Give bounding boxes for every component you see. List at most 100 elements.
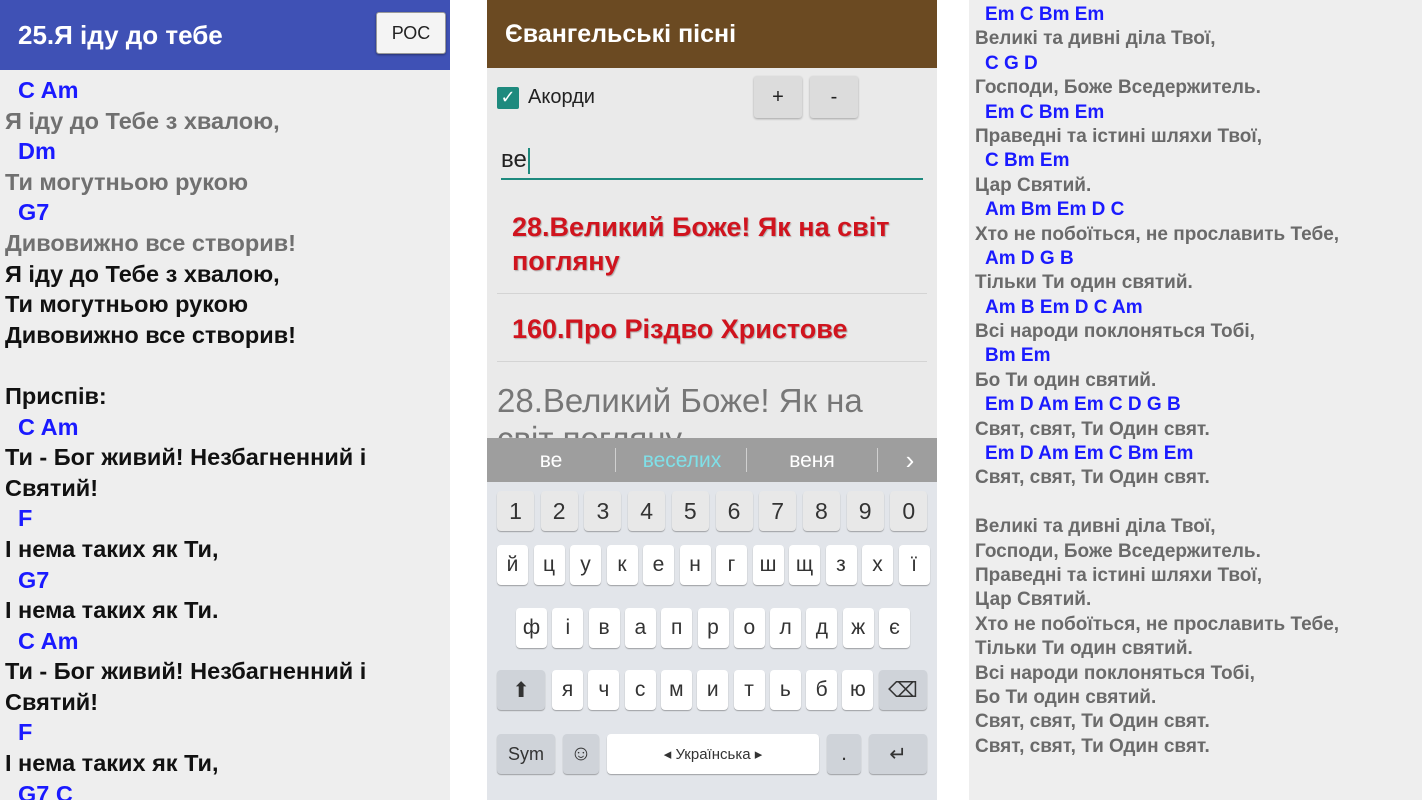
key-2[interactable]: 2 [540, 491, 578, 531]
key-letter[interactable]: б [806, 670, 838, 710]
key-8[interactable]: 8 [802, 491, 840, 531]
chords-checkbox-row[interactable]: ✓ Акорди [497, 86, 595, 109]
language-toggle-button[interactable]: РОС [376, 12, 446, 54]
key-letter[interactable]: я [552, 670, 583, 710]
key-3[interactable]: 3 [584, 491, 622, 531]
lyric-line: Великі та дивні діла Твої, [975, 28, 1216, 50]
lyric-line: І нема таких як Ти. [5, 597, 219, 624]
suggestion-item[interactable]: веня [752, 449, 872, 473]
key-letter[interactable]: х [862, 545, 893, 585]
on-screen-keyboard: ве веселих веня › 1234567890 йцукенгшщзхї… [487, 438, 937, 800]
key-9[interactable]: 9 [846, 491, 884, 531]
key-letter[interactable]: ч [588, 670, 620, 710]
search-input-value: ве [501, 146, 527, 173]
lyric-line: Свят, свят, Ти Один свят. [975, 418, 1210, 440]
key-letter[interactable]: ю [842, 670, 874, 710]
lyric-line: Свят, свят, Ти Один свят. [975, 735, 1210, 757]
lyric-line: Господи, Боже Вседержитель. [975, 77, 1261, 99]
search-result-item[interactable]: 28.Великий Боже! Як на світ погляну [497, 206, 927, 294]
emoji-key-icon[interactable]: ☺ [563, 734, 599, 774]
lyric-line: Хто не побоїться, не прославить Тебе, [975, 223, 1340, 245]
song-view-right: Em C Bm Em Великі та дивні діла Твої, C G … [969, 0, 1422, 800]
period-key[interactable]: . [827, 734, 861, 774]
suggestion-more-icon[interactable]: › [895, 445, 925, 476]
symbols-key[interactable]: Sym [497, 734, 555, 774]
key-letter[interactable]: і [552, 608, 584, 648]
key-letter[interactable]: р [697, 608, 729, 648]
space-key[interactable]: ◂ Українська ▸ [607, 734, 819, 774]
key-letter[interactable]: о [733, 608, 765, 648]
key-letter[interactable]: у [570, 545, 601, 585]
suggestion-item[interactable]: веселих [622, 449, 742, 473]
app-title: Євангельські пісні [505, 20, 737, 48]
lyric-line: Дивовижно все створив! [5, 229, 296, 256]
key-letter[interactable]: а [624, 608, 656, 648]
lyric-line: Дивовижно все створив! [5, 321, 296, 348]
chord-line: Em D Am Em C D G B [985, 394, 1181, 416]
suggestion-bar: ве веселих веня › [487, 438, 937, 482]
key-letter[interactable]: н [679, 545, 711, 585]
key-letter[interactable]: к [606, 545, 638, 585]
shift-key-icon[interactable]: ⬆ [497, 670, 545, 710]
lyric-line: Бо Ти один святий. [975, 369, 1157, 391]
chord-line: G7 [18, 199, 50, 226]
song-view-left: 25.Я іду до тебе РОС C Am Я іду до Тебе з… [0, 0, 450, 800]
key-letter[interactable]: м [660, 670, 692, 710]
font-decrease-button[interactable]: - [810, 76, 858, 118]
key-letter[interactable]: ц [533, 545, 565, 585]
search-view: Євангельські пісні ✓ Акорди + - ве 28.Ве… [487, 0, 937, 800]
lyric-line: Праведні та істині шляхи Твої, [975, 564, 1262, 586]
lyric-line: Ти могутньою рукою [5, 168, 249, 195]
key-letter[interactable]: л [770, 608, 802, 648]
lyric-line: Праведні та істині шляхи Твої, [975, 125, 1262, 147]
key-letter[interactable]: з [825, 545, 857, 585]
key-letter[interactable]: с [624, 670, 656, 710]
lyric-line: Ти - Бог живий! Незбагненний і [5, 444, 367, 471]
key-5[interactable]: 5 [671, 491, 709, 531]
key-0[interactable]: 0 [890, 491, 928, 531]
chord-line: C Am [18, 627, 79, 654]
app-bar: 25.Я іду до тебе РОС [0, 0, 450, 70]
key-letter[interactable]: г [716, 545, 747, 585]
chord-line: G7 C [18, 780, 73, 800]
key-letter[interactable]: в [588, 608, 620, 648]
key-letter[interactable]: є [879, 608, 910, 648]
chord-line: Am Bm Em D C [985, 199, 1125, 221]
key-letter[interactable]: и [697, 670, 729, 710]
key-letter[interactable]: ш [752, 545, 784, 585]
search-input[interactable]: ве [501, 140, 923, 180]
lyric-line: Бо Ти один святий. [975, 686, 1157, 708]
search-result-item[interactable]: 160.Про Різдво Христове [497, 294, 927, 362]
font-increase-button[interactable]: + [754, 76, 802, 118]
key-6[interactable]: 6 [715, 491, 753, 531]
key-letter[interactable]: е [643, 545, 674, 585]
lyric-line: Господи, Боже Вседержитель. [975, 540, 1261, 562]
key-letter[interactable]: ф [516, 608, 547, 648]
key-letter[interactable]: й [497, 545, 528, 585]
chords-checkbox[interactable]: ✓ [497, 86, 519, 109]
backspace-key-icon[interactable]: ⌫ [879, 670, 927, 710]
chord-line: Dm [18, 138, 56, 165]
key-letter[interactable]: д [806, 608, 838, 648]
key-7[interactable]: 7 [759, 491, 797, 531]
divider [615, 448, 616, 472]
key-letter[interactable]: п [661, 608, 693, 648]
lyric-line: Всі народи поклоняться Тобі, [975, 321, 1255, 343]
key-letter[interactable]: ж [842, 608, 874, 648]
lyric-line: Цар Святий. [975, 589, 1092, 611]
lyric-line: І нема таких як Ти, [5, 750, 219, 777]
song-preview-line: 28.Великий Боже! Як на [497, 382, 863, 419]
key-letter[interactable]: т [733, 670, 765, 710]
lyric-line: Приспів: [5, 382, 107, 409]
key-letter[interactable]: щ [789, 545, 820, 585]
enter-key-icon[interactable]: ↵ [869, 734, 927, 774]
lyric-line: Ти - Бог живий! Незбагненний і [5, 658, 367, 685]
key-letter[interactable]: ь [769, 670, 801, 710]
key-letter[interactable]: ї [898, 545, 930, 585]
key-1[interactable]: 1 [497, 491, 534, 531]
chords-label: Акорди [528, 86, 595, 108]
suggestion-item[interactable]: ве [507, 449, 595, 473]
key-4[interactable]: 4 [628, 491, 666, 531]
lyric-line: Я іду до Тебе з хвалою, [5, 260, 280, 287]
